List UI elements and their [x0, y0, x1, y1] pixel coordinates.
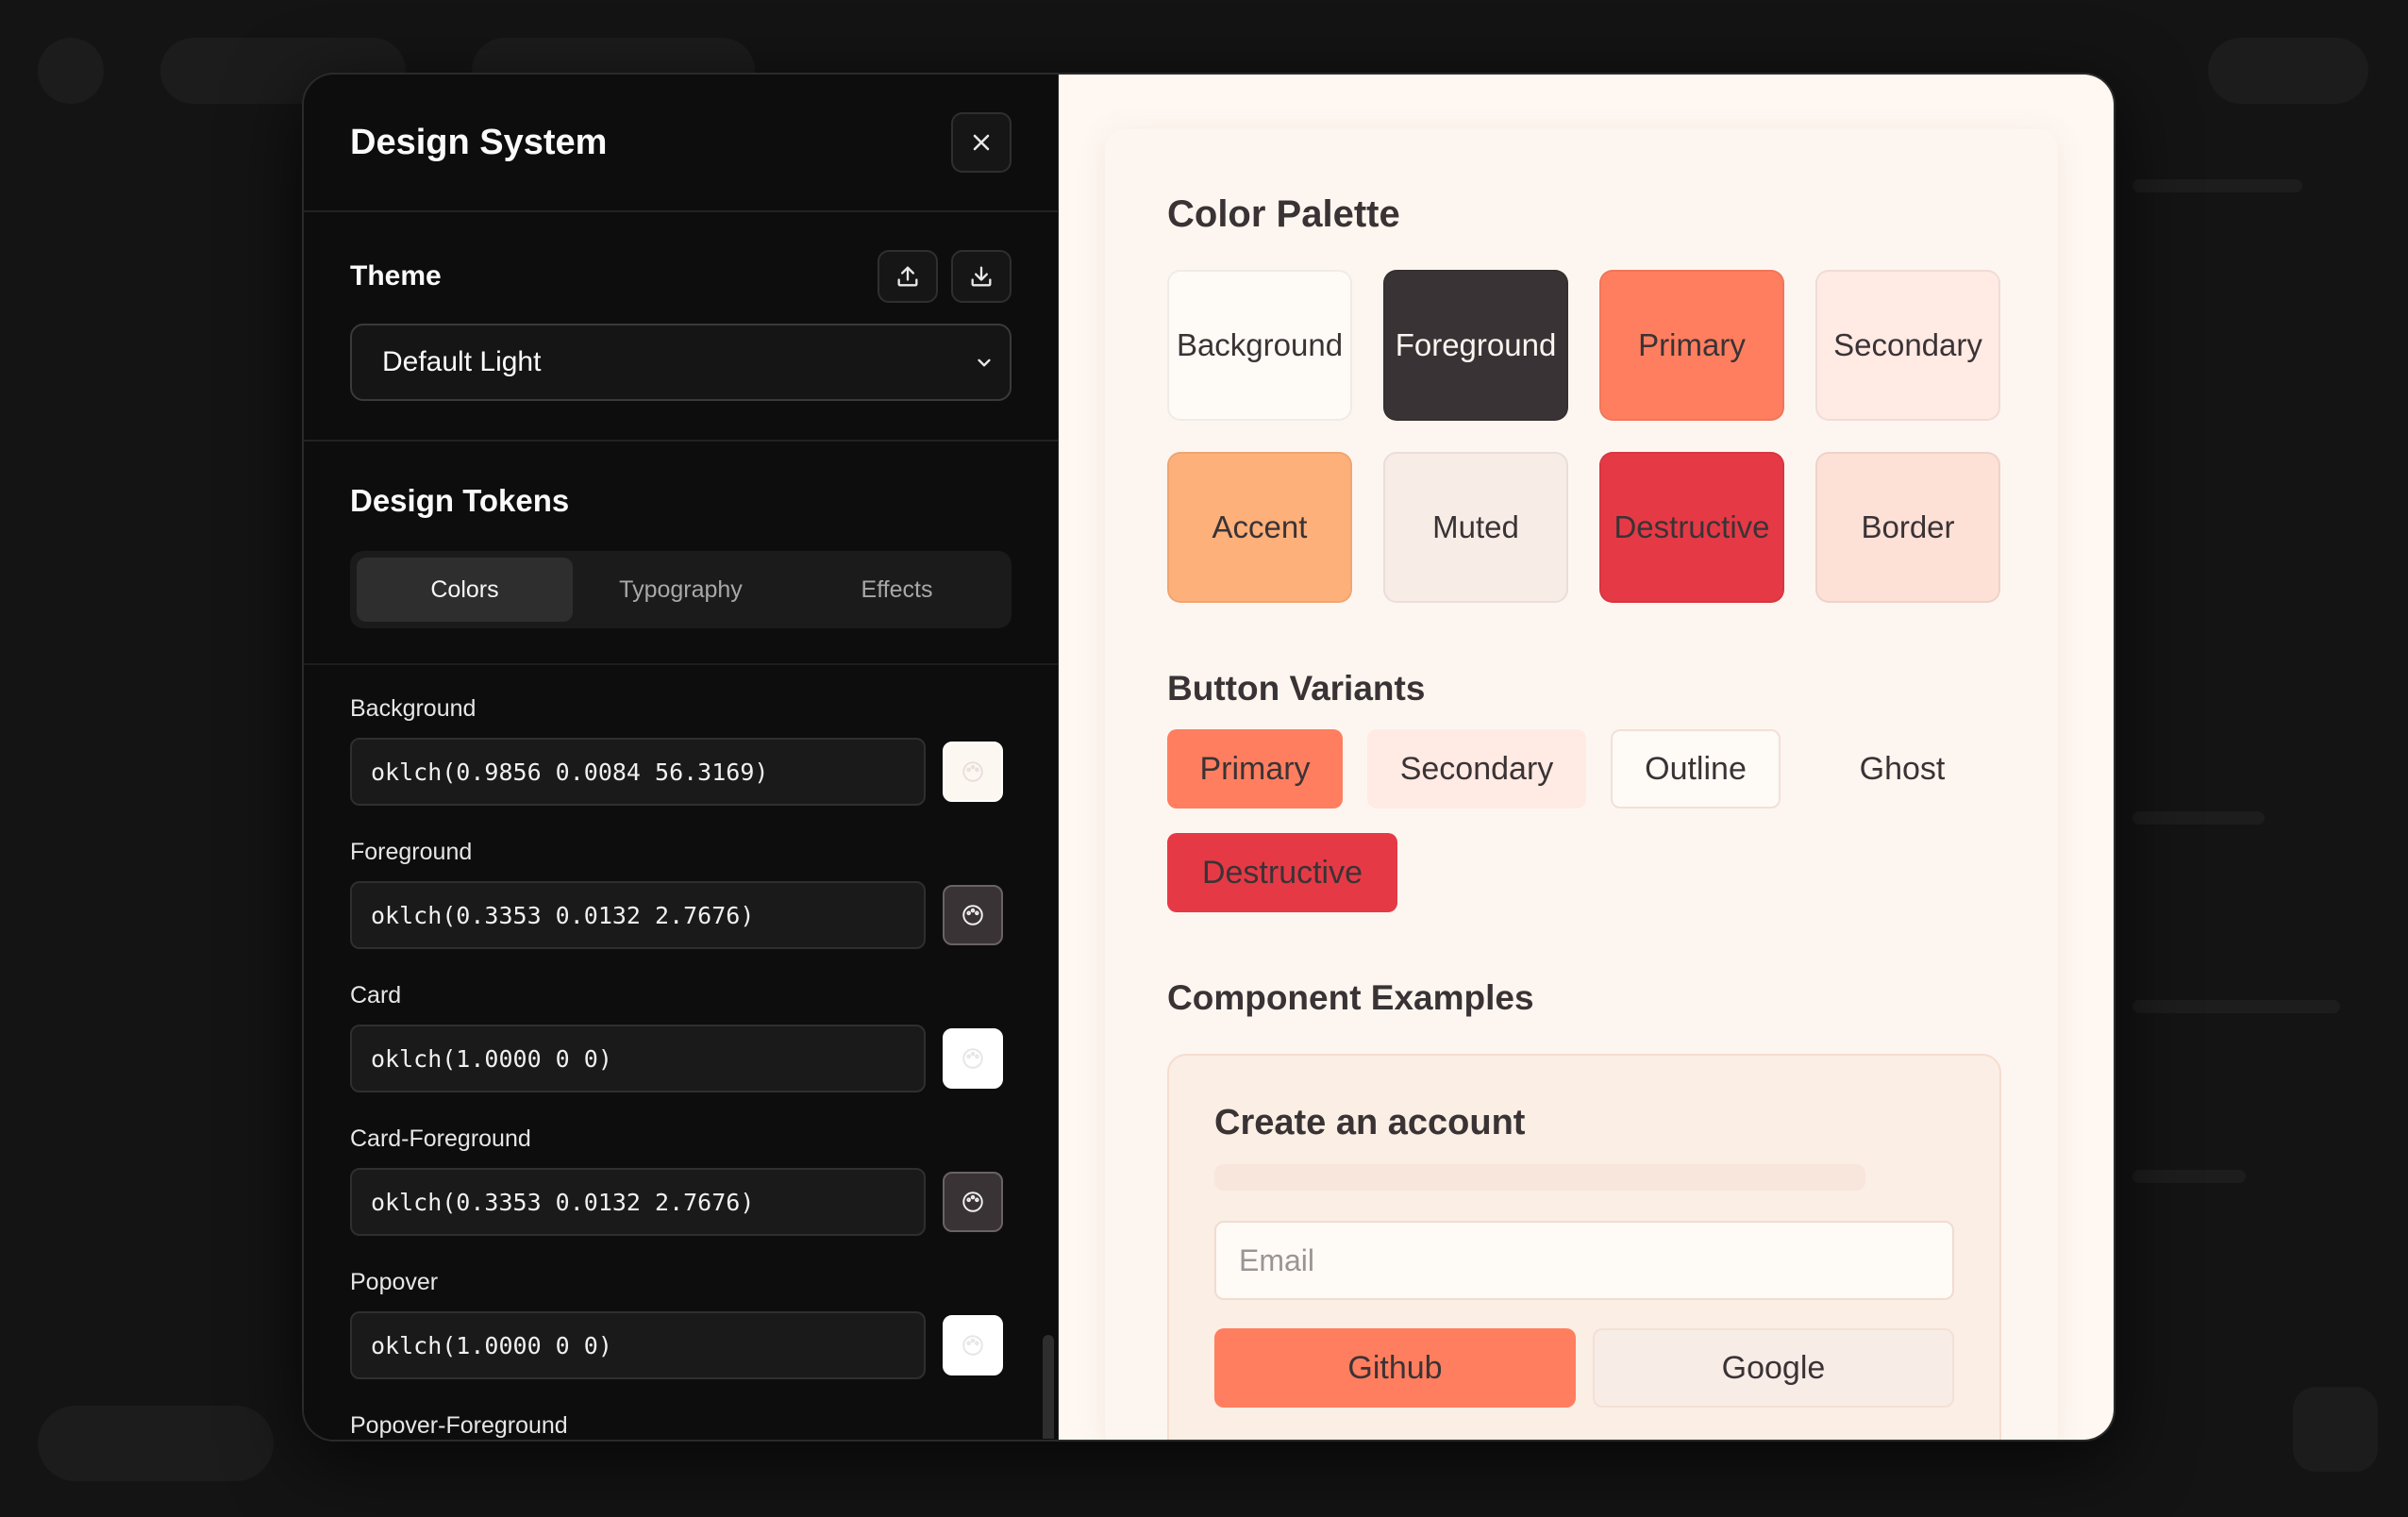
palette-chip-destructive: Destructive — [1599, 452, 1784, 603]
token-popover: Popover oklch(1.0000 0 0) — [350, 1269, 1012, 1379]
primary-button[interactable]: Primary — [1167, 729, 1343, 809]
upload-icon — [897, 266, 918, 287]
modal-title: Design System — [350, 122, 608, 162]
social-buttons: Github Google — [1214, 1328, 1954, 1408]
close-button[interactable] — [951, 112, 1012, 173]
preview-card: Color Palette Background Foreground Prim… — [1105, 129, 2058, 1440]
secondary-button[interactable]: Secondary — [1367, 729, 1586, 809]
backdrop-text — [2132, 179, 2302, 192]
token-label: Popover — [350, 1269, 439, 1295]
backdrop-share-button — [2208, 38, 2368, 104]
palette-icon — [962, 1048, 983, 1069]
palette-chip-secondary: Secondary — [1815, 270, 2000, 421]
design-tokens-section: Design Tokens Colors Typography Effects — [304, 442, 1058, 665]
design-tokens-title: Design Tokens — [350, 483, 570, 518]
theme-section: Theme Default Light — [304, 212, 1058, 442]
theme-label: Theme — [350, 260, 442, 292]
backdrop-text — [2132, 811, 2265, 825]
palette-chip-foreground: Foreground — [1383, 270, 1568, 421]
upload-theme-button[interactable] — [878, 250, 938, 303]
token-value-input[interactable]: oklch(0.3353 0.0132 2.7676) — [350, 1168, 926, 1236]
ghost-button[interactable]: Ghost — [1805, 729, 1999, 809]
token-value-input[interactable]: oklch(0.9856 0.0084 56.3169) — [350, 738, 926, 806]
preview-panel: Color Palette Background Foreground Prim… — [1059, 75, 2114, 1440]
token-foreground: Foreground oklch(0.3353 0.0132 2.7676) — [350, 839, 1012, 949]
email-field[interactable]: Email — [1214, 1221, 1954, 1300]
palette-chip-border: Border — [1815, 452, 2000, 603]
backdrop-back-button — [38, 38, 104, 104]
token-card: Card oklch(1.0000 0 0) — [350, 982, 1012, 1092]
token-label: Foreground — [350, 839, 473, 865]
token-label: Background — [350, 695, 477, 722]
token-label: Card — [350, 982, 402, 1009]
token-label: Card-Foreground — [350, 1125, 531, 1152]
palette-icon — [962, 1192, 983, 1212]
token-label: Popover-Foreground — [350, 1412, 568, 1439]
palette-chip-primary: Primary — [1599, 270, 1784, 421]
color-palette-title: Color Palette — [1167, 193, 1400, 235]
create-account-card: Create an account Email Github Google — [1167, 1054, 2001, 1440]
theme-select[interactable]: Default Light — [350, 324, 1012, 401]
palette-chip-background: Background — [1167, 270, 1352, 421]
color-picker-button[interactable] — [943, 1172, 1003, 1232]
token-list-scrollbar[interactable] — [1043, 1335, 1054, 1439]
color-picker-button[interactable] — [943, 1028, 1003, 1089]
color-picker-button[interactable] — [943, 742, 1003, 802]
close-icon — [973, 134, 990, 151]
create-account-title: Create an account — [1214, 1103, 1526, 1142]
color-palette: Background Foreground Primary Secondary … — [1167, 270, 2000, 603]
theme-select-value: Default Light — [382, 346, 542, 377]
outline-button[interactable]: Outline — [1611, 729, 1781, 809]
google-button[interactable]: Google — [1593, 1328, 1954, 1408]
backdrop-fab — [2293, 1387, 2378, 1472]
download-theme-button[interactable] — [951, 250, 1012, 303]
destructive-button[interactable]: Destructive — [1167, 833, 1397, 912]
palette-chip-accent: Accent — [1167, 452, 1352, 603]
design-system-modal: Design System Theme Default Light Design… — [302, 73, 2115, 1442]
backdrop-text — [2132, 1170, 2246, 1183]
color-picker-button[interactable] — [943, 1315, 1003, 1375]
token-value-input[interactable]: oklch(1.0000 0 0) — [350, 1311, 926, 1379]
tab-effects[interactable]: Effects — [789, 558, 1005, 622]
button-variants: Primary Secondary Outline Ghost Destruct… — [1167, 729, 2016, 912]
component-examples-title: Component Examples — [1167, 978, 1534, 1017]
github-button[interactable]: Github — [1214, 1328, 1576, 1408]
token-popover-foreground: Popover-Foreground — [350, 1412, 1012, 1439]
tab-colors[interactable]: Colors — [357, 558, 573, 622]
token-background: Background oklch(0.9856 0.0084 56.3169) — [350, 695, 1012, 806]
create-account-description — [1214, 1164, 1865, 1191]
color-token-list: Background oklch(0.9856 0.0084 56.3169) … — [304, 665, 1058, 1439]
palette-icon — [962, 761, 983, 782]
backdrop-text — [2132, 1000, 2340, 1013]
color-picker-button[interactable] — [943, 885, 1003, 945]
token-tabs: Colors Typography Effects — [350, 551, 1012, 628]
modal-header: Design System — [304, 75, 1058, 212]
tab-typography[interactable]: Typography — [573, 558, 789, 622]
palette-icon — [962, 905, 983, 925]
button-variants-title: Button Variants — [1167, 669, 1426, 708]
token-card-foreground: Card-Foreground oklch(0.3353 0.0132 2.76… — [350, 1125, 1012, 1236]
token-value-input[interactable]: oklch(1.0000 0 0) — [350, 1025, 926, 1092]
settings-panel: Design System Theme Default Light Design… — [304, 75, 1059, 1440]
download-icon — [971, 266, 992, 287]
token-value-input[interactable]: oklch(0.3353 0.0132 2.7676) — [350, 881, 926, 949]
palette-chip-muted: Muted — [1383, 452, 1568, 603]
palette-icon — [962, 1335, 983, 1356]
backdrop-toolbar — [38, 1406, 274, 1481]
chevron-down-icon — [978, 358, 991, 367]
